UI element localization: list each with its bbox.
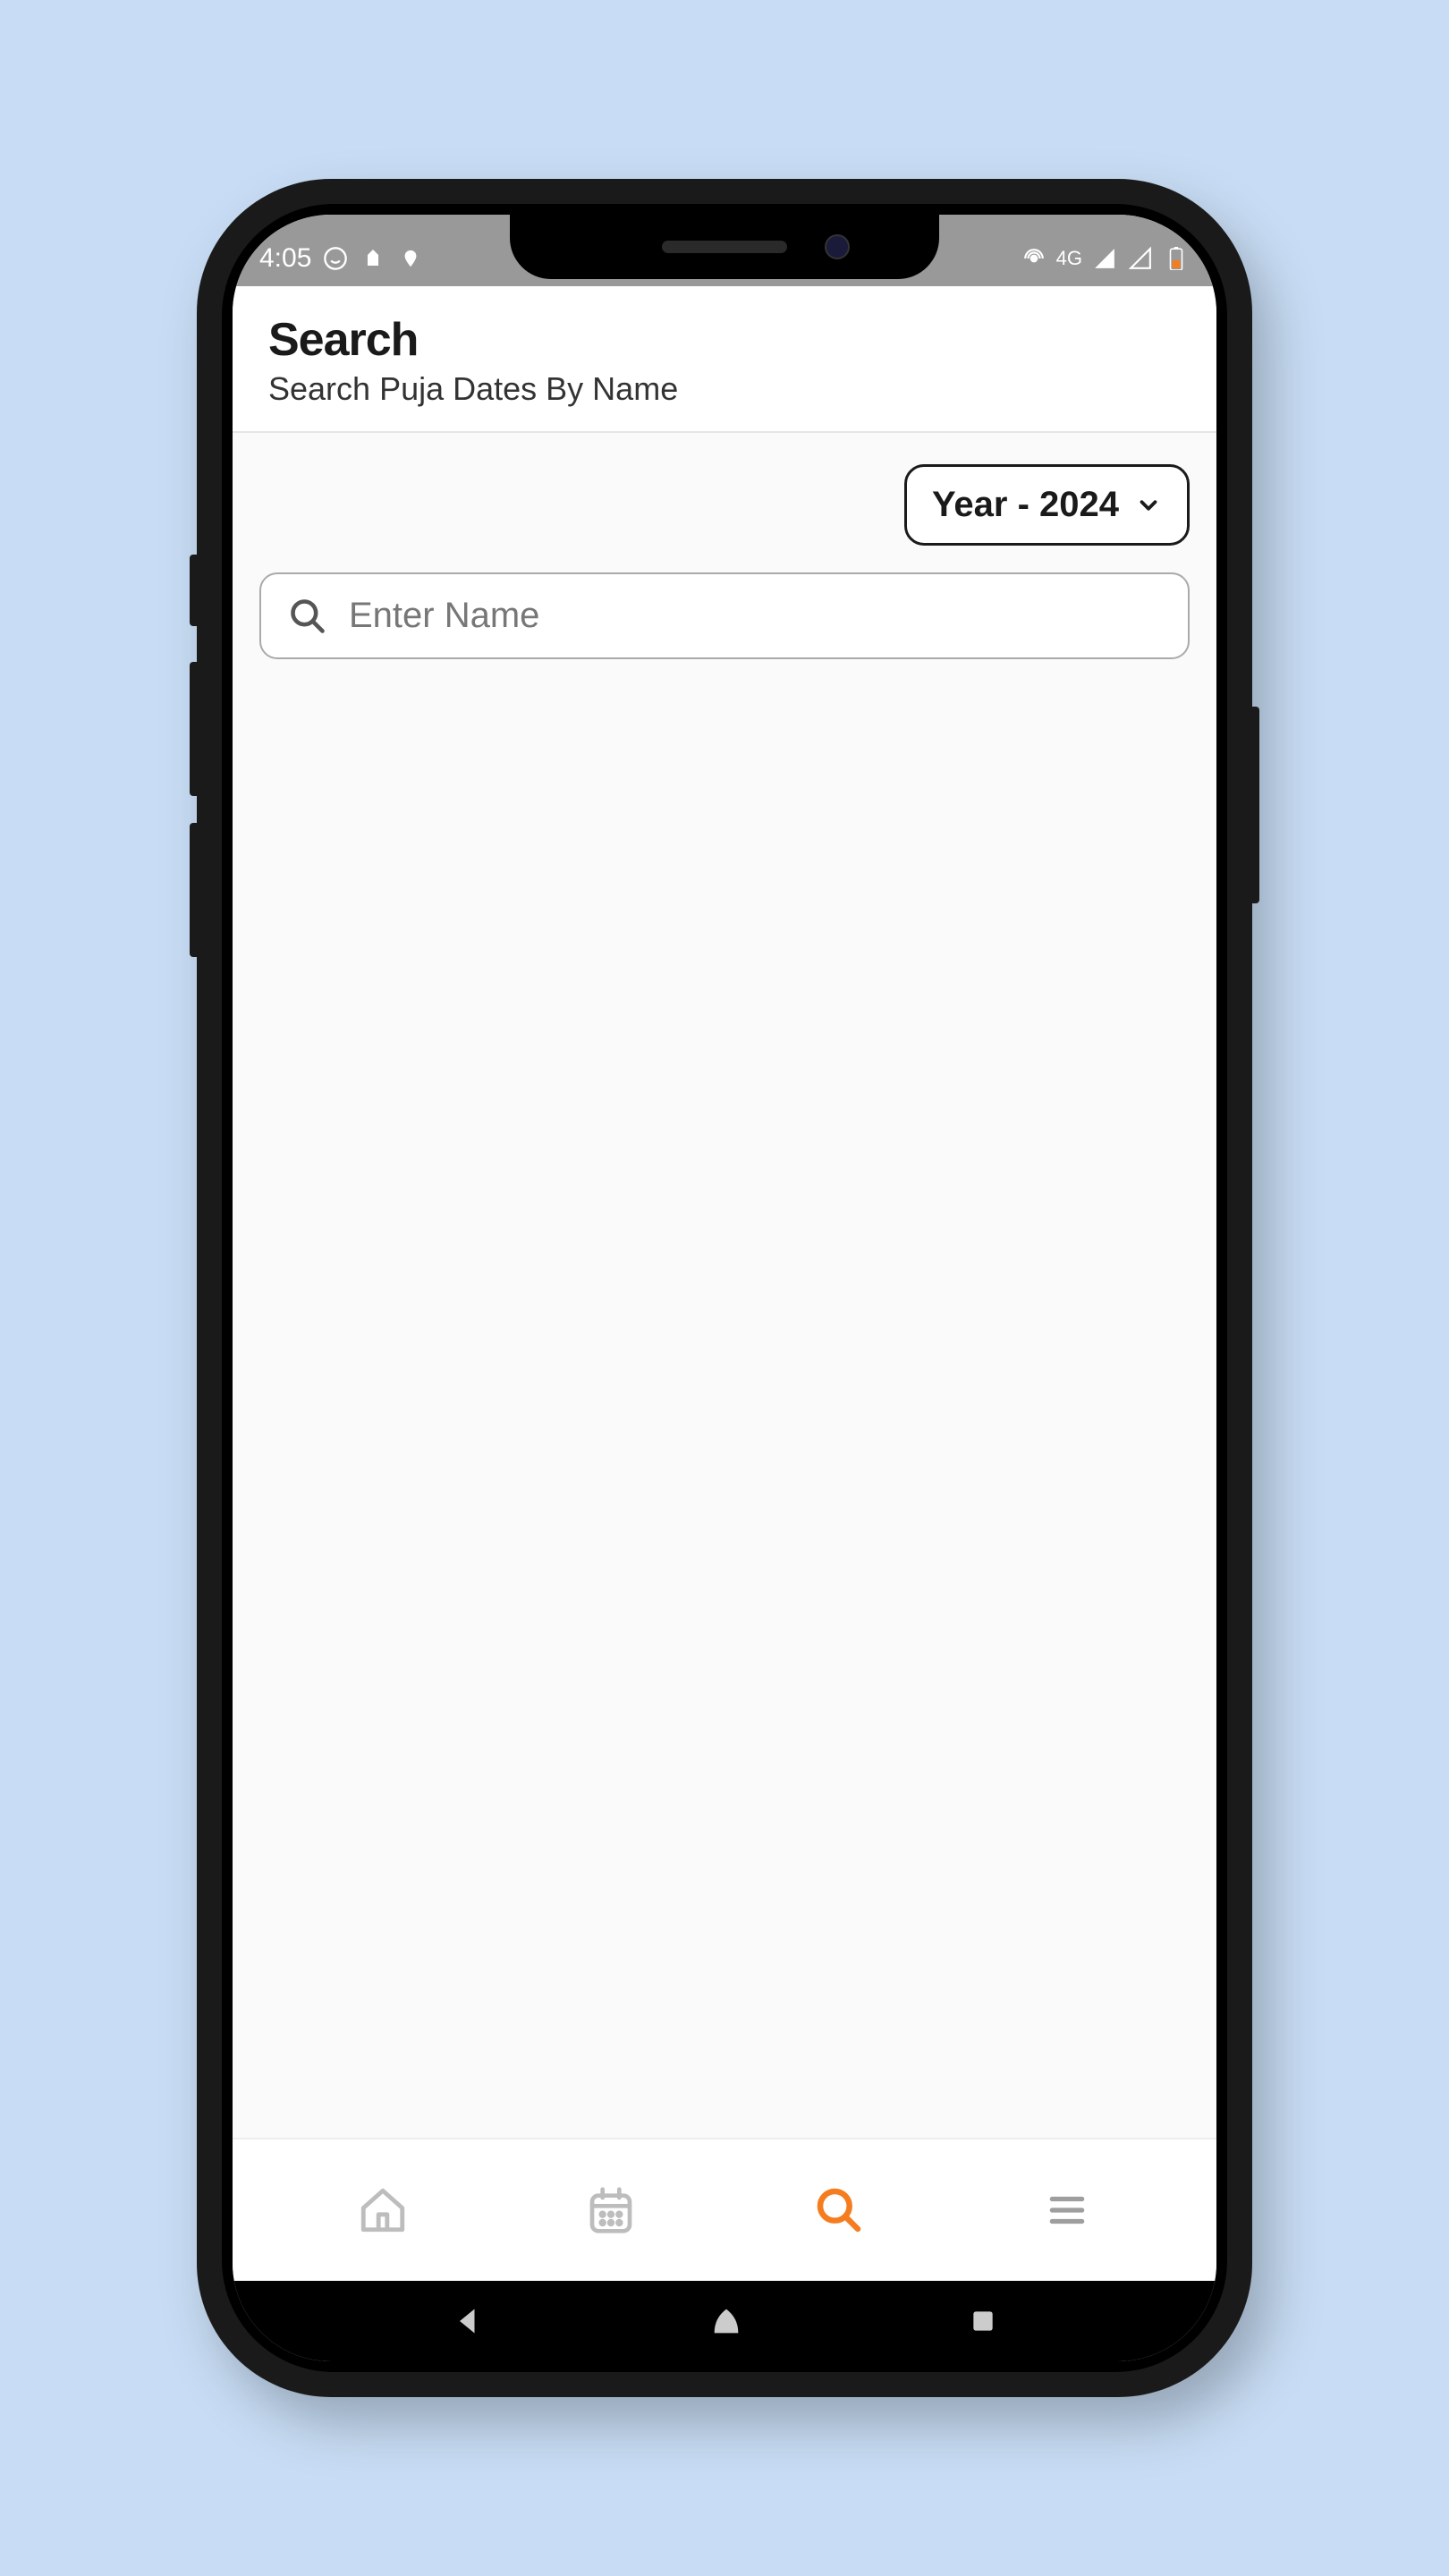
power-button — [1252, 707, 1259, 903]
speaker-grille — [662, 241, 787, 253]
hotspot-icon — [1021, 245, 1047, 272]
volume-up-button — [190, 662, 197, 796]
status-time: 4:05 — [259, 243, 311, 274]
whatsapp-icon — [322, 245, 349, 272]
front-camera — [825, 234, 850, 259]
network-type: 4G — [1056, 247, 1082, 270]
chevron-down-icon — [1135, 492, 1162, 519]
search-box[interactable] — [259, 572, 1190, 659]
phone-screen: 4:05 — [233, 215, 1216, 2361]
year-row: Year - 2024 — [259, 464, 1190, 546]
page-subtitle: Search Puja Dates By Name — [268, 370, 1181, 408]
status-bar-left: 4:05 — [259, 227, 424, 274]
calendar-icon — [586, 2185, 636, 2235]
bottom-nav — [233, 2138, 1216, 2281]
controls-area: Year - 2024 — [233, 433, 1216, 691]
phone-bezel: 4:05 — [222, 204, 1227, 2372]
location-icon — [397, 245, 424, 272]
nav-menu-button[interactable] — [1036, 2179, 1098, 2241]
status-bar-right: 4G — [1021, 229, 1190, 272]
search-icon — [288, 597, 327, 636]
nav-home-button[interactable] — [352, 2179, 414, 2241]
year-label: Year - 2024 — [932, 485, 1119, 525]
phone-notch — [510, 215, 939, 279]
signal-icon — [1091, 245, 1118, 272]
year-selector-button[interactable]: Year - 2024 — [904, 464, 1190, 546]
volume-down-button — [190, 823, 197, 957]
search-input[interactable] — [349, 596, 1161, 636]
nav-calendar-button[interactable] — [580, 2179, 642, 2241]
page-title: Search — [268, 313, 1181, 367]
nav-search-button[interactable] — [808, 2179, 870, 2241]
menu-icon — [1045, 2188, 1089, 2233]
results-area — [233, 691, 1216, 2138]
android-recents-button[interactable] — [969, 2307, 997, 2335]
phone-device-frame: 4:05 — [197, 179, 1252, 2397]
signal-icon-2 — [1127, 245, 1154, 272]
notification-icon — [360, 245, 386, 272]
app-header: Search Search Puja Dates By Name — [233, 286, 1216, 433]
android-back-button[interactable] — [452, 2305, 484, 2337]
mute-switch — [190, 555, 197, 626]
search-icon — [814, 2185, 864, 2235]
home-icon — [357, 2184, 409, 2236]
android-system-nav — [233, 2281, 1216, 2361]
battery-icon — [1163, 245, 1190, 272]
android-home-button[interactable] — [708, 2303, 744, 2339]
